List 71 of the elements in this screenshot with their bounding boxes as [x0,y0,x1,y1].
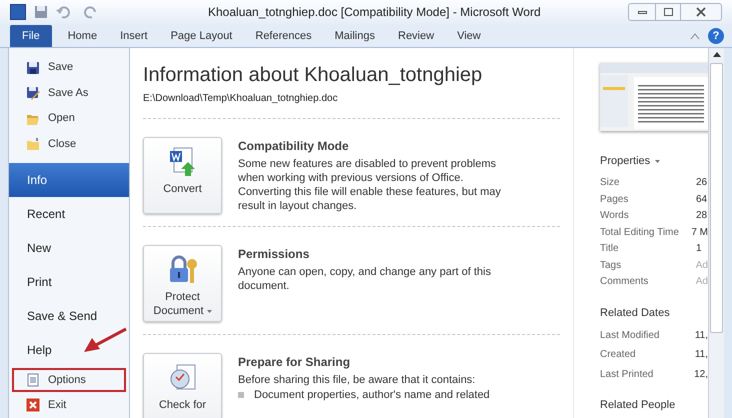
file-path: E:\Download\Temp\Khoaluan_totnghiep.doc [143,92,339,106]
document-icon [26,372,40,387]
property-label: Pages [600,192,630,207]
menu-command[interactable]: Options [12,368,126,392]
date-value: 11, [694,348,708,362]
property-value: 26 [696,176,708,190]
section-title: Prepare for Sharing [238,354,352,371]
property-value: 1 [696,242,702,256]
redo-icon[interactable] [84,5,98,19]
property-value: Ad [696,275,708,290]
date-label: Last Printed [600,368,654,382]
people-heading: Related People [600,398,676,413]
section-description: Some new features are disabled to prevent problems when working with previous versions of Office. Converting this file will enable these features, but may result in layout changes. [238,157,502,213]
date-value: 12, [694,368,708,382]
ribbon-tab[interactable]: File [10,25,52,47]
ribbon-tab[interactable]: Review [388,25,444,47]
property-label: Title [600,242,620,256]
property-label: Comments [600,275,650,290]
property-value: 7 M [691,226,708,240]
property-value: 64 [696,192,708,207]
menu-tab[interactable]: Print [9,264,129,299]
menu-command[interactable]: Close [12,132,126,156]
menu-tab[interactable]: Recent [9,196,129,231]
menu-tab[interactable]: New [9,230,129,265]
date-label: Last Modified [600,328,660,343]
section-button[interactable]: Protect Document [143,245,222,322]
close-icon [26,398,40,412]
menu-command[interactable]: Open [12,106,126,130]
ribbon-tab[interactable]: View [447,25,491,47]
bullet-text: Document properties, author's name and related [254,388,490,402]
section-description: Before sharing this file, be aware that it contains: [238,373,476,387]
scroll-thumb[interactable] [710,63,723,333]
ribbon-tab[interactable]: Page Layout [160,25,242,47]
caret-icon [206,310,212,313]
date-label: Created [600,348,637,362]
bullet-icon [238,392,244,398]
menu-command[interactable]: Exit [12,394,126,417]
property-value: 28 [696,209,708,224]
maximize-icon[interactable] [655,4,681,20]
ribbon-tab[interactable]: References [245,25,322,47]
property-label: Words [600,209,630,224]
property-label: Size [600,176,620,190]
page-heading: Information about Khoaluan_totnghiep [143,63,484,87]
ribbon-tab[interactable]: Mailings [324,25,385,47]
section-description: Anyone can open, copy, and change any part of this document. [238,265,492,293]
dates-heading: Related Dates [600,306,671,321]
annotation-arrow [82,327,128,355]
chevron-up-icon[interactable] [690,32,700,40]
properties-heading[interactable]: Properties [600,153,708,170]
menu-tab[interactable]: Save & Send [9,299,129,334]
menu-command[interactable]: Save [12,56,126,80]
ribbon-tab[interactable]: Insert [110,25,158,47]
menu-tab[interactable]: Help [9,333,129,368]
property-label: Tags [600,258,622,273]
floppy-pencil-icon [26,86,40,100]
menu-tab[interactable]: Info [9,162,129,197]
ribbon-tab[interactable]: Home [58,25,108,47]
section-title: Compatibility Mode [238,138,350,155]
document-arrow-icon [168,146,198,178]
section-button[interactable]: Check for [143,353,222,418]
menu-command[interactable]: Save As [12,81,126,105]
window-title: Khoaluan_totnghiep.doc [Compatibility Mode] - Microsoft Word [208,4,541,21]
property-label: Total Editing Time [600,226,680,240]
section-title: Permissions [238,246,310,263]
folder-icon [26,137,40,152]
scrollbar[interactable] [708,48,724,418]
caret-icon [655,160,660,163]
date-value: 11, [694,328,708,343]
help-icon[interactable]: ? [708,28,724,44]
section-button[interactable]: Convert [143,137,222,214]
property-value: Ad [696,258,708,273]
